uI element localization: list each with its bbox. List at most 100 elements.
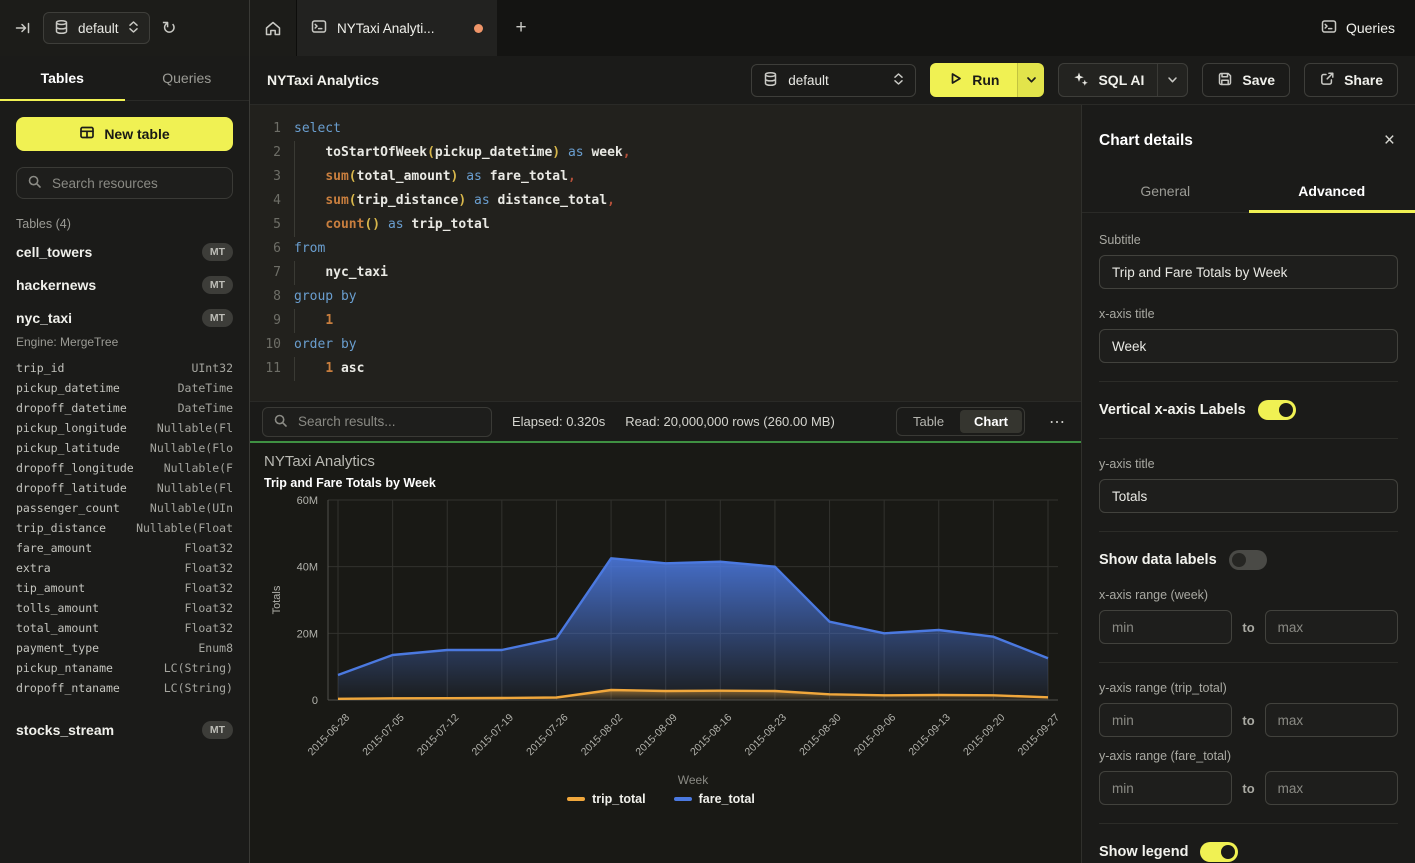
show-data-labels-toggle[interactable] xyxy=(1229,550,1267,570)
vertical-xaxis-labels-row: Vertical x-axis Labels xyxy=(1099,400,1398,420)
xaxis-range-row: to xyxy=(1099,610,1398,644)
column-row: dropoff_ntanameLC(String) xyxy=(16,678,233,698)
yaxis-title-field[interactable] xyxy=(1099,479,1398,513)
yaxis-range-fare-min-field[interactable] xyxy=(1099,771,1232,805)
elapsed-time: Elapsed: 0.320s xyxy=(512,414,605,429)
run-button-group: Run xyxy=(930,63,1044,97)
sql-editor[interactable]: 1234567891011 select toStartOfWeek(picku… xyxy=(250,105,1081,401)
xaxis-title-label: x-axis title xyxy=(1099,307,1398,321)
svg-text:2015-08-09: 2015-08-09 xyxy=(633,712,680,759)
code-line: group by xyxy=(294,285,1081,309)
unsaved-dot xyxy=(474,24,483,33)
table-item-stocks-stream[interactable]: stocks_stream MT xyxy=(16,713,233,746)
rows-read: Read: 20,000,000 rows (260.00 MB) xyxy=(625,414,835,429)
save-button[interactable]: Save xyxy=(1202,63,1290,97)
column-row: trip_idUInt32 xyxy=(16,358,233,378)
run-options-caret[interactable] xyxy=(1017,63,1044,97)
svg-text:2015-06-28: 2015-06-28 xyxy=(306,712,353,759)
svg-text:2015-07-12: 2015-07-12 xyxy=(415,712,462,759)
sidebar-tab-tables[interactable]: Tables xyxy=(0,56,125,100)
sidebar-tab-queries[interactable]: Queries xyxy=(125,56,250,100)
vertical-xaxis-labels-toggle[interactable] xyxy=(1258,400,1296,420)
yaxis-range-fare-label: y-axis range (fare_total) xyxy=(1099,749,1398,763)
legend-item-trip_total[interactable]: trip_total xyxy=(567,792,645,806)
database-selector[interactable]: default xyxy=(43,12,150,44)
close-icon[interactable]: × xyxy=(1384,131,1395,150)
xaxis-range-label: x-axis range (week) xyxy=(1099,588,1398,602)
home-button[interactable] xyxy=(250,0,297,56)
panel-title: Chart details xyxy=(1099,132,1193,150)
subtitle-field[interactable] xyxy=(1099,255,1398,289)
panel-header: Chart details × xyxy=(1082,105,1415,170)
yaxis-range-trip-min-field[interactable] xyxy=(1099,703,1232,737)
sql-ai-button[interactable]: SQL AI xyxy=(1058,63,1188,97)
xaxis-title-field[interactable] xyxy=(1099,329,1398,363)
play-icon xyxy=(948,71,963,89)
column-row: fare_amountFloat32 xyxy=(16,538,233,558)
yaxis-range-fare-max-field[interactable] xyxy=(1265,771,1398,805)
tables-section-label: Tables (4) xyxy=(16,217,233,231)
sparkles-icon xyxy=(1073,71,1089,90)
to-label: to xyxy=(1242,781,1254,796)
tab-nytaxi-analytics[interactable]: NYTaxi Analyti... xyxy=(297,0,497,56)
code-line: toStartOfWeek(pickup_datetime) as week, xyxy=(294,141,1081,165)
chart-details-panel: Chart details × General Advanced Subtitl… xyxy=(1081,105,1415,863)
yaxis-range-trip-max-field[interactable] xyxy=(1265,703,1398,737)
top-bar-left: default ↻ xyxy=(0,0,250,56)
table-item-cell-towers[interactable]: cell_towers MT xyxy=(16,235,233,268)
code-line: nyc_taxi xyxy=(294,261,1081,285)
toolbar-database-selector[interactable]: default xyxy=(751,64,916,97)
column-row: passenger_countNullable(UIn xyxy=(16,498,233,518)
collapse-sidebar-icon[interactable] xyxy=(14,20,31,36)
table-view-button[interactable]: Table xyxy=(899,410,958,433)
queries-button[interactable]: Queries xyxy=(1321,0,1395,56)
column-row: pickup_datetimeDateTime xyxy=(16,378,233,398)
panel-body: Subtitle x-axis title Vertical x-axis La… xyxy=(1082,213,1415,863)
run-button[interactable]: Run xyxy=(930,63,1017,97)
query-title: NYTaxi Analytics xyxy=(267,72,379,88)
tab-general[interactable]: General xyxy=(1082,170,1249,212)
chart-view-button[interactable]: Chart xyxy=(960,410,1022,433)
more-options-icon[interactable]: ⋯ xyxy=(1045,412,1069,432)
share-button[interactable]: Share xyxy=(1304,63,1398,97)
column-row: extraFloat32 xyxy=(16,558,233,578)
divider xyxy=(1099,381,1398,382)
svg-text:2015-09-27: 2015-09-27 xyxy=(1016,712,1063,759)
refresh-icon[interactable]: ↻ xyxy=(162,19,177,37)
legend-swatch xyxy=(567,797,585,801)
sql-ai-caret[interactable] xyxy=(1157,64,1187,96)
svg-text:20M: 20M xyxy=(297,628,318,640)
column-row: pickup_longitudeNullable(Fl xyxy=(16,418,233,438)
chart-subtitle: Trip and Fare Totals by Week xyxy=(264,476,1081,490)
xaxis-range-max-field[interactable] xyxy=(1265,610,1398,644)
table-item-nyc-taxi[interactable]: nyc_taxi MT xyxy=(16,301,233,334)
query-tab-icon xyxy=(311,19,327,37)
table-item-hackernews[interactable]: hackernews MT xyxy=(16,268,233,301)
column-row: dropoff_longitudeNullable(F xyxy=(16,458,233,478)
queries-icon xyxy=(1321,19,1337,37)
legend-item-fare_total[interactable]: fare_total xyxy=(674,792,755,806)
column-row: total_amountFloat32 xyxy=(16,618,233,638)
search-results-input[interactable] xyxy=(296,413,481,430)
svg-text:60M: 60M xyxy=(297,495,318,507)
code-line: count() as trip_total xyxy=(294,213,1081,237)
new-tab-button[interactable]: + xyxy=(497,0,545,56)
code-line: 1 asc xyxy=(294,357,1081,381)
queries-label: Queries xyxy=(1346,20,1395,36)
tab-advanced[interactable]: Advanced xyxy=(1249,170,1415,212)
new-table-button[interactable]: New table xyxy=(16,117,233,151)
legend-label: trip_total xyxy=(592,792,645,806)
engine-badge: MT xyxy=(202,243,233,261)
editor-code: select toStartOfWeek(pickup_datetime) as… xyxy=(294,117,1081,401)
search-resources-input[interactable] xyxy=(50,175,222,192)
column-row: trip_distanceNullable(Float xyxy=(16,518,233,538)
column-row: tip_amountFloat32 xyxy=(16,578,233,598)
database-icon xyxy=(54,19,69,38)
svg-text:0: 0 xyxy=(312,695,318,707)
column-row: payment_typeEnum8 xyxy=(16,638,233,658)
save-label: Save xyxy=(1242,72,1275,88)
show-legend-toggle[interactable] xyxy=(1200,842,1238,862)
svg-text:Week: Week xyxy=(678,773,709,787)
xaxis-range-min-field[interactable] xyxy=(1099,610,1232,644)
column-list: trip_idUInt32pickup_datetimeDateTimedrop… xyxy=(16,358,233,698)
